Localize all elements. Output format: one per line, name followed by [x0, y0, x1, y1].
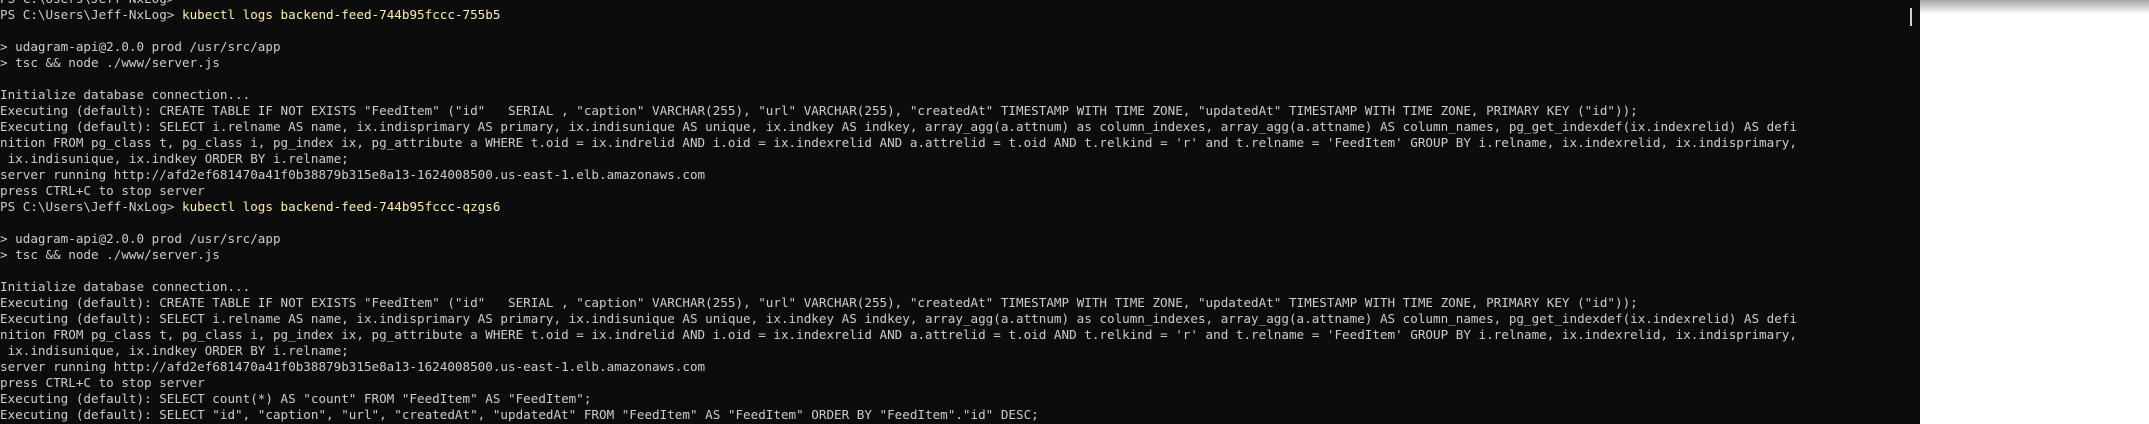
terminal-scrollbar[interactable] [1904, 0, 1920, 424]
scrollbar-thumb[interactable] [1910, 8, 1912, 26]
terminal-command-text: kubectl logs backend-feed-744b95fccc-755… [181, 7, 501, 22]
terminal-line: > udagram-api@2.0.0 prod /usr/src/app [0, 231, 1900, 247]
terminal-line: Executing (default): SELECT "id", "capti… [0, 407, 1900, 423]
terminal-line-text: > udagram-api@2.0.0 prod /usr/src/app [0, 39, 281, 54]
terminal-line-text: ix.indisunique, ix.indkey ORDER BY i.rel… [0, 343, 349, 358]
terminal-command-text: kubectl logs backend-feed-744b95fccc-qzg… [181, 199, 501, 214]
terminal-line-text: Executing (default): SELECT count(*) AS … [0, 391, 592, 406]
terminal-line: server running http://afd2ef681470a41f0b… [0, 167, 1900, 183]
terminal-line: Executing (default): SELECT i.relname AS… [0, 311, 1900, 327]
terminal-line-text: PS C:\Users\Jeff-NxLog> [0, 0, 182, 6]
terminal-line-text: Executing (default): SELECT i.relname AS… [0, 119, 1797, 134]
terminal-line-text: ix.indisunique, ix.indkey ORDER BY i.rel… [0, 151, 349, 166]
terminal-line: > tsc && node ./www/server.js [0, 55, 1900, 71]
terminal-line-text: > tsc && node ./www/server.js [0, 247, 220, 262]
terminal-line-text: nition FROM pg_class t, pg_class i, pg_i… [0, 135, 1797, 150]
terminal-line-text: > udagram-api@2.0.0 prod /usr/src/app [0, 231, 281, 246]
powershell-terminal-output[interactable]: PS C:\Users\Jeff-NxLog> PS C:\Users\Jeff… [0, 0, 1904, 424]
screen: PS C:\Users\Jeff-NxLog> PS C:\Users\Jeff… [0, 0, 2149, 424]
terminal-line: nition FROM pg_class t, pg_class i, pg_i… [0, 135, 1900, 151]
terminal-line-text: Executing (default): CREATE TABLE IF NOT… [0, 103, 1638, 118]
terminal-line: PS C:\Users\Jeff-NxLog> [0, 0, 1900, 7]
terminal-line: press CTRL+C to stop server [0, 375, 1900, 391]
terminal-line-text: server running http://afd2ef681470a41f0b… [0, 359, 706, 374]
terminal-line: PS C:\Users\Jeff-NxLog> kubectl logs bac… [0, 199, 1900, 215]
terminal-line: ix.indisunique, ix.indkey ORDER BY i.rel… [0, 343, 1900, 359]
desktop-background-area [1920, 0, 2149, 424]
terminal-line: press CTRL+C to stop server [0, 183, 1900, 199]
terminal-line: Initialize database connection... [0, 279, 1900, 295]
terminal-line-text: PS C:\Users\Jeff-NxLog> [0, 199, 182, 214]
terminal-line-text: Initialize database connection... [0, 87, 251, 102]
terminal-line-text: nition FROM pg_class t, pg_class i, pg_i… [0, 327, 1797, 342]
window-shadow [1920, 0, 2149, 14]
terminal-line: server running http://afd2ef681470a41f0b… [0, 359, 1900, 375]
terminal-line: > tsc && node ./www/server.js [0, 247, 1900, 263]
terminal-line-text: press CTRL+C to stop server [0, 183, 205, 198]
terminal-line-text: press CTRL+C to stop server [0, 375, 205, 390]
terminal-line: Initialize database connection... [0, 87, 1900, 103]
terminal-line-text: PS C:\Users\Jeff-NxLog> [0, 7, 182, 22]
terminal-line-text: > tsc && node ./www/server.js [0, 55, 220, 70]
terminal-line: Executing (default): SELECT i.relname AS… [0, 119, 1900, 135]
terminal-line: PS C:\Users\Jeff-NxLog> kubectl logs bac… [0, 7, 1900, 23]
terminal-text: PS C:\Users\Jeff-NxLog> PS C:\Users\Jeff… [0, 0, 1900, 423]
terminal-line: ix.indisunique, ix.indkey ORDER BY i.rel… [0, 151, 1900, 167]
terminal-line-text: Initialize database connection... [0, 279, 251, 294]
terminal-line-text: Executing (default): SELECT "id", "capti… [0, 407, 1039, 422]
terminal-line: Executing (default): CREATE TABLE IF NOT… [0, 103, 1900, 119]
terminal-line: Executing (default): CREATE TABLE IF NOT… [0, 295, 1900, 311]
terminal-line-text: server running http://afd2ef681470a41f0b… [0, 167, 706, 182]
terminal-line: Executing (default): SELECT count(*) AS … [0, 391, 1900, 407]
terminal-line-text: Executing (default): CREATE TABLE IF NOT… [0, 295, 1638, 310]
terminal-line: > udagram-api@2.0.0 prod /usr/src/app [0, 39, 1900, 55]
terminal-line-text: Executing (default): SELECT i.relname AS… [0, 311, 1797, 326]
terminal-line: nition FROM pg_class t, pg_class i, pg_i… [0, 327, 1900, 343]
